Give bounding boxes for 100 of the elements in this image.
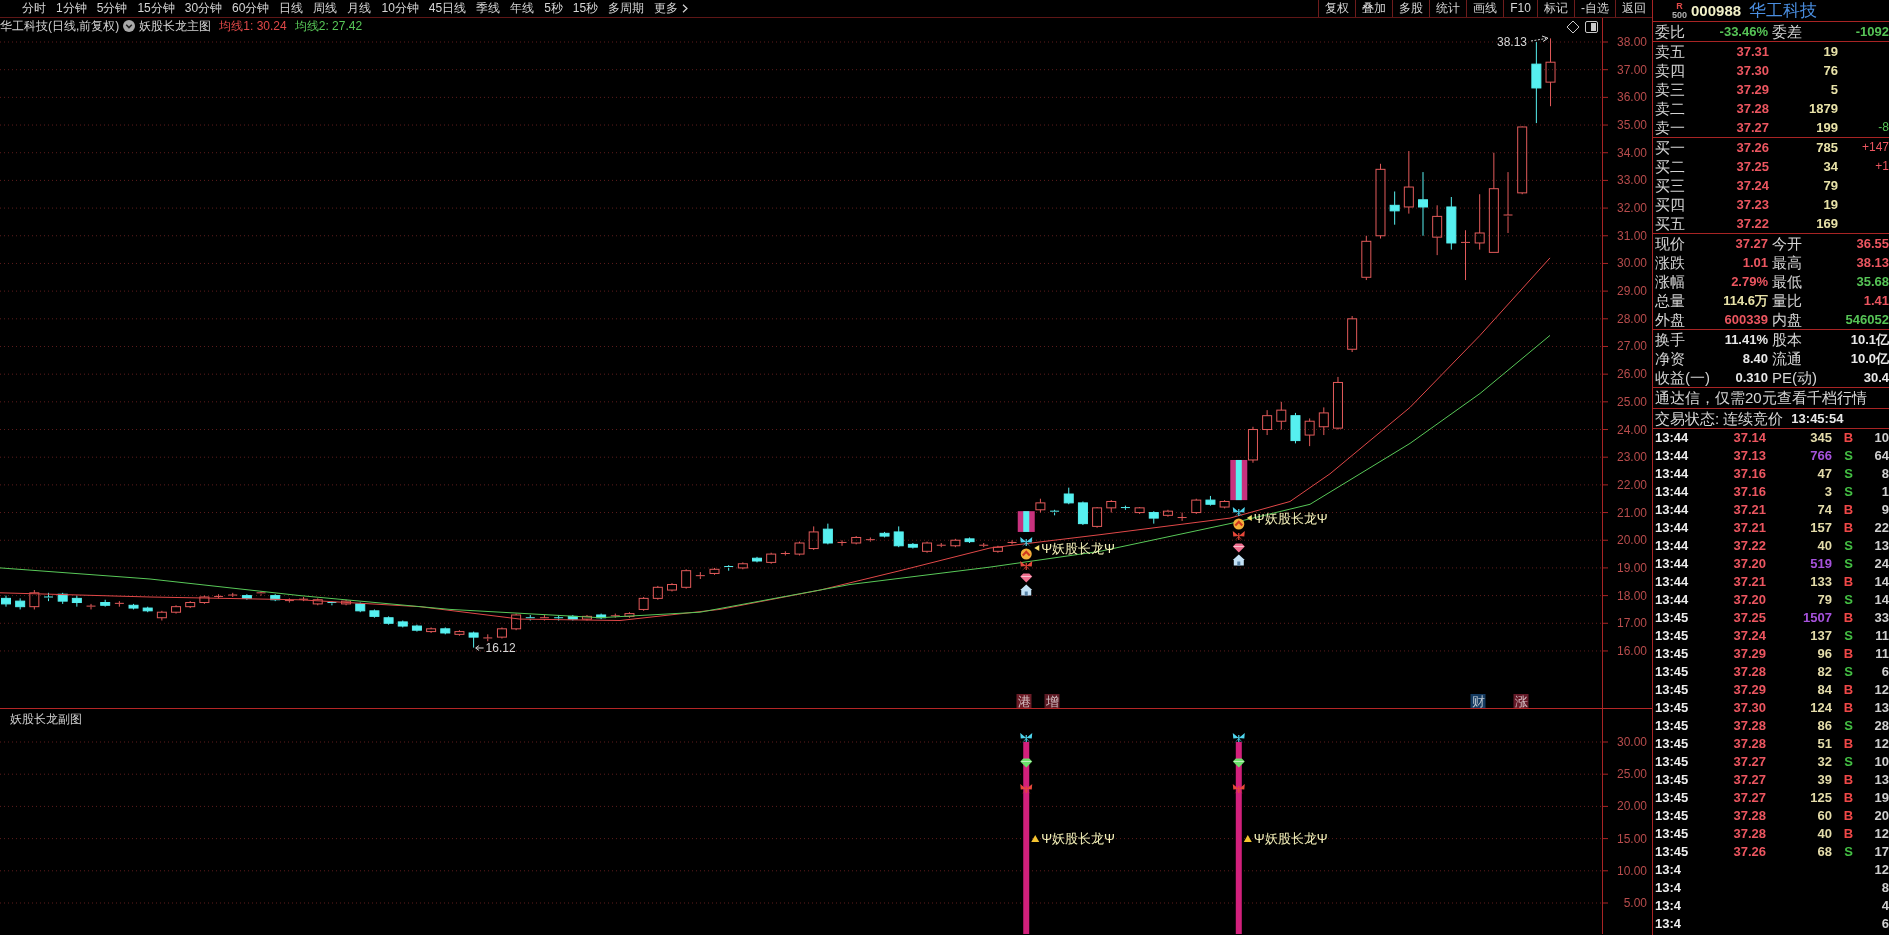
stat-value: 35.68 [1856,273,1889,291]
trade-count: 22 [1873,519,1889,537]
axis-label: 23.00 [1616,450,1647,465]
order-level-label: 买四 [1655,195,1686,214]
toolbar-button[interactable]: F10 [1503,0,1537,17]
candlestick [57,592,68,605]
candlestick [86,603,96,610]
period-tab[interactable]: 多周期 [603,0,650,17]
trade-side: S [1843,591,1854,609]
period-tab[interactable]: 45日线 [423,0,472,17]
trade-time: 13:44 [1655,519,1690,537]
stat-value: 114.6万 [1723,292,1768,310]
event-marker: 涨 [1513,694,1529,708]
trade-count: 12 [1873,681,1889,699]
trade-side: S [1843,753,1854,771]
period-tab[interactable]: 5分钟 [91,0,133,17]
trade-count: 14 [1873,573,1889,591]
candlestick [1503,171,1513,234]
period-tab[interactable]: 季线 [471,0,506,17]
candlestick [780,550,791,556]
candlestick [539,614,550,621]
period-tab[interactable]: 10分钟 [376,0,424,17]
period-tab[interactable]: 日线 [274,0,309,17]
order-level-label: 买一 [1655,138,1686,157]
period-tab[interactable]: 年线 [505,0,540,17]
stat-label: 最高 [1772,253,1802,272]
period-tab[interactable]: 1分钟 [51,0,92,17]
period-tab[interactable]: 15秒 [567,0,604,17]
trade-count: 13 [1873,699,1889,717]
toolbar-button[interactable]: 多股 [1392,0,1429,17]
trade-count: 28 [1873,717,1889,735]
trade-time: 13:45 [1655,825,1690,843]
trade-time: 13:45 [1655,735,1690,753]
candlestick [1389,190,1400,226]
candlestick [440,626,451,635]
candlestick [426,626,437,634]
diamond-icon[interactable] [1566,20,1580,34]
toolbar-button[interactable]: 复权 [1318,0,1355,17]
order-price: 37.30 [1735,62,1769,80]
indicator-name: 妖股长龙主图 [139,18,212,34]
trade-side: B [1842,735,1855,753]
trade-side: S [1843,555,1854,573]
trade-volume: 40 [1816,537,1832,555]
more-button[interactable]: 更多 [649,0,694,17]
stat-value: 30.4 [1863,369,1889,387]
candlestick [737,561,748,570]
trade-price: 37.20 [1732,555,1766,573]
trade-price: 37.21 [1732,573,1766,591]
period-tab[interactable]: 15分钟 [132,0,180,17]
order-change: +1 [1874,158,1889,175]
candlestick [369,608,380,619]
moving-average-value: 均线2: 27.42 [294,18,363,34]
period-tab[interactable]: 60分钟 [227,0,275,17]
toolbar-button[interactable]: 画线 [1466,0,1503,17]
chevron-circle-icon[interactable] [123,20,136,32]
candlestick [1007,539,1018,545]
trade-price: 37.22 [1732,537,1766,555]
period-tab[interactable]: 5秒 [539,0,568,17]
period-tab[interactable]: 分时 [17,0,51,17]
trade-volume: 86 [1816,717,1832,735]
order-volume: 19 [1822,43,1838,61]
trade-price: 37.21 [1732,501,1766,519]
candlestick [1092,506,1103,529]
toolbar-button[interactable]: -自选 [1574,0,1615,17]
trade-time: 13:45 [1655,609,1690,627]
toolbar-button[interactable]: 标记 [1537,0,1574,17]
candlestick [752,556,762,563]
candlestick [567,614,578,621]
candlestick [1517,125,1528,195]
trade-price: 37.21 [1732,519,1766,537]
trade-volume: 84 [1816,681,1832,699]
axis-label: 17.00 [1616,616,1647,631]
trade-price: 37.16 [1732,483,1766,501]
trade-time: 13:45 [1655,753,1690,771]
period-tab[interactable]: 月线 [342,0,377,17]
candlestick [1120,505,1131,511]
chevron-coin-icon [1020,548,1032,560]
period-tab[interactable]: 30分钟 [179,0,228,17]
gem-icon [1232,543,1245,553]
stat-label: 换手 [1655,330,1685,349]
promo-notice: 通达信，仅需20元查看千档行情 [1654,388,1868,408]
order-price: 37.24 [1735,177,1769,195]
trade-time: 13:45 [1655,771,1690,789]
triangle-icon [1243,835,1252,842]
toolbar-button[interactable]: 统计 [1429,0,1466,17]
axis-label: 22.00 [1616,477,1647,492]
toolbar-button[interactable]: 返回 [1615,0,1652,17]
trade-side: B [1842,789,1855,807]
candlestick [1333,376,1343,430]
toolbar-button[interactable]: 叠加 [1355,0,1392,17]
stat-label: 量比 [1772,291,1802,310]
trade-time: 13:44 [1655,591,1690,609]
stat-label: 内盘 [1772,310,1802,329]
period-tab[interactable]: 周线 [308,0,343,17]
status-time: 13:45:54 [1791,410,1844,428]
trade-price: 37.28 [1732,717,1766,735]
house-icon [1232,554,1245,566]
stat-label: 涨跌 [1655,253,1685,272]
candlestick [1077,501,1088,526]
window-icon[interactable] [1585,21,1598,33]
